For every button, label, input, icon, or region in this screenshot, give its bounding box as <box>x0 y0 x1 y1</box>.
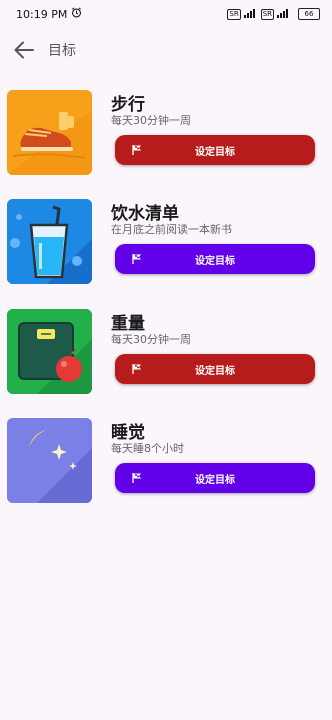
status-time: 10:19 PM <box>16 7 68 21</box>
signal-icon <box>277 8 291 20</box>
goal-subtitle: 每天30分钟一周 <box>111 114 191 127</box>
battery-icon: 66 <box>298 8 320 20</box>
weight-scale-icon <box>7 309 92 394</box>
set-goal-label: 设定目标 <box>195 146 235 158</box>
page-title: 目标 <box>48 43 76 59</box>
set-goal-label: 设定目标 <box>195 255 235 267</box>
set-goal-button[interactable]: 设定目标 <box>115 135 315 165</box>
walking-shoe-icon <box>7 90 92 175</box>
flag-icon <box>132 473 141 483</box>
alarm-icon <box>71 7 82 21</box>
goal-item-water: 饮水清单 在月底之前阅读一本新书 设定目标 <box>7 199 325 285</box>
goal-subtitle: 在月底之前阅读一本新书 <box>111 223 232 236</box>
water-glass-icon <box>7 199 92 284</box>
set-goal-label: 设定目标 <box>195 474 235 486</box>
flag-icon <box>132 145 141 155</box>
sim1-badge: SR <box>227 8 241 20</box>
set-goal-button[interactable]: 设定目标 <box>115 354 315 384</box>
flag-icon <box>132 364 141 374</box>
battery-level: 66 <box>304 10 314 18</box>
signal-icon <box>243 8 258 20</box>
set-goal-label: 设定目标 <box>195 365 235 377</box>
goal-item-walking: 步行 每天30分钟一周 设定目标 <box>7 90 325 176</box>
set-goal-button[interactable]: 设定目标 <box>115 463 315 493</box>
status-left: 10:19 PM <box>16 7 82 21</box>
goal-subtitle: 每天睡8个小时 <box>111 442 184 455</box>
status-right: SR SR 66 <box>227 8 320 20</box>
moon-stars-icon <box>7 418 92 503</box>
set-goal-button[interactable]: 设定目标 <box>115 244 315 274</box>
arrow-left-icon <box>14 41 34 59</box>
goal-item-weight: 重量 每天30分钟一周 设定目标 <box>7 309 325 395</box>
flag-icon <box>132 254 141 264</box>
status-bar: 10:19 PM SR SR 66 <box>0 0 332 28</box>
goal-subtitle: 每天30分钟一周 <box>111 333 191 346</box>
goal-item-sleep: 睡觉 每天睡8个小时 设定目标 <box>7 418 325 504</box>
app-header: 目标 <box>0 34 332 66</box>
back-button[interactable] <box>10 36 38 64</box>
sim2-badge: SR <box>260 8 274 20</box>
